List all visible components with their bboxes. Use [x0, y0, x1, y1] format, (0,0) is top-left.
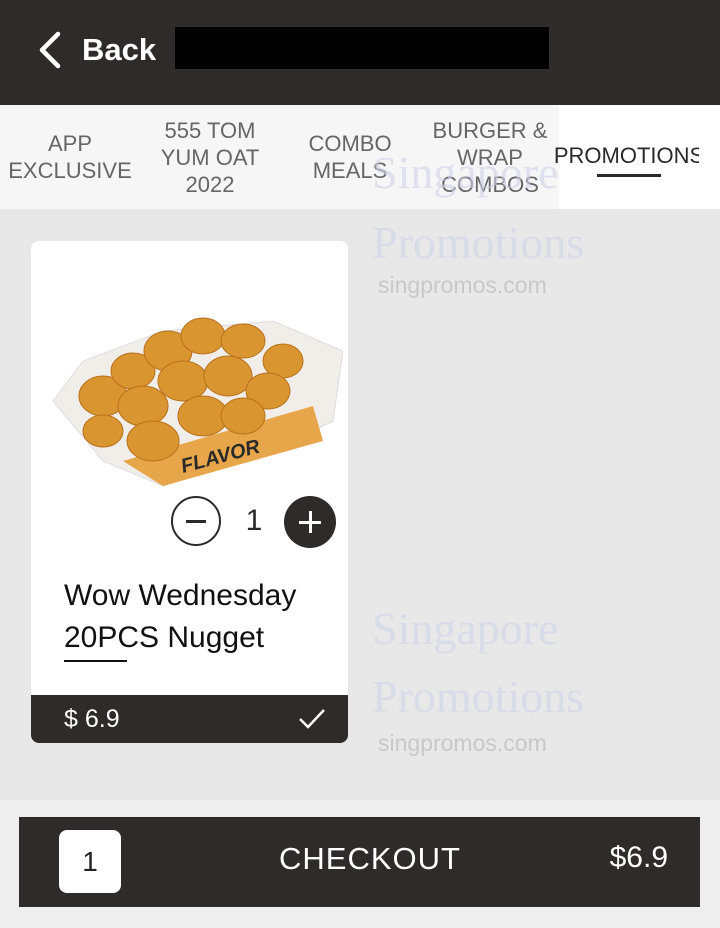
increase-quantity-button[interactable]	[284, 496, 336, 548]
active-tab-indicator	[597, 174, 661, 177]
watermark-line2: Promotions	[372, 217, 585, 268]
chevron-left-icon	[39, 31, 61, 69]
nugget-box-image: FLAVOR	[52, 317, 343, 487]
product-price: $ 6.9	[64, 705, 120, 733]
tab-promotions[interactable]: PROMOTIONS	[554, 105, 704, 209]
product-card[interactable]: FLAVOR	[31, 241, 348, 743]
tab-label: PROMOTIONS	[553, 142, 705, 168]
name-underline	[64, 660, 127, 662]
check-icon	[299, 709, 325, 729]
watermark-line1: Singapore	[372, 147, 559, 198]
watermark-line1: Singapore	[372, 603, 559, 654]
checkout-label: CHECKOUT	[279, 841, 461, 876]
watermark-url: singpromos.com	[378, 730, 547, 756]
cart-total: $6.9	[609, 841, 668, 874]
watermark-line2: Promotions	[372, 671, 585, 722]
quantity-value: 1	[245, 504, 263, 537]
tab-label: APP EXCLUSIVE	[8, 131, 132, 183]
tab-scroll-edge	[699, 105, 720, 209]
tab-label: 555 TOM YUM OAT 2022	[160, 117, 260, 197]
back-button[interactable]: Back	[36, 28, 156, 72]
tab-app-exclusive[interactable]: APP EXCLUSIVE	[0, 105, 140, 209]
decrease-quantity-button[interactable]	[171, 496, 221, 546]
category-tabs: APP EXCLUSIVE 555 TOM YUM OAT 2022 COMBO…	[0, 105, 720, 209]
redacted-title	[175, 27, 549, 69]
cart-count-badge: 1	[59, 830, 121, 893]
tab-555-tom-yum-oat[interactable]: 555 TOM YUM OAT 2022	[140, 105, 280, 209]
app-header: Back	[0, 0, 720, 105]
product-name: Wow Wednesday 20PCS Nugget	[64, 579, 297, 654]
watermark-url: singpromos.com	[378, 272, 547, 298]
back-label: Back	[82, 32, 157, 67]
